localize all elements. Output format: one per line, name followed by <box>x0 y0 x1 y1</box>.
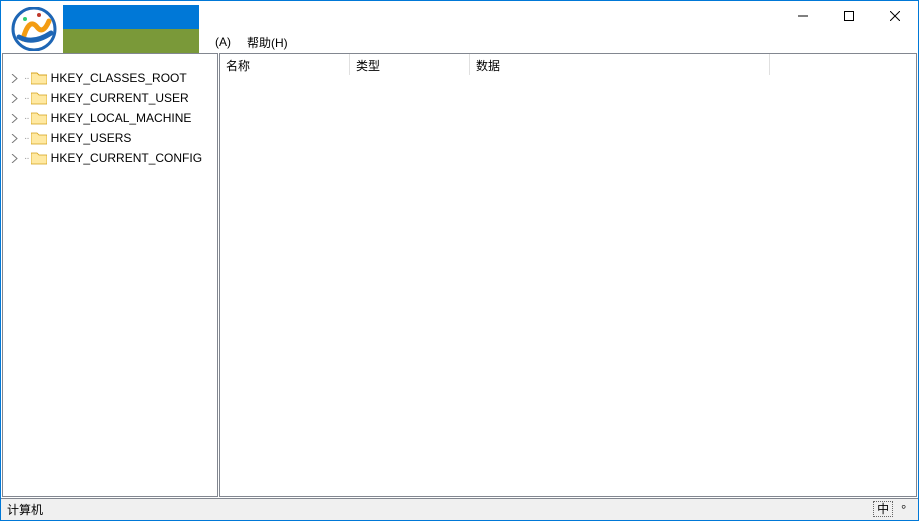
menu-help[interactable]: 帮助(H) <box>239 32 296 53</box>
ime-indicator[interactable]: 中 ° <box>873 501 906 517</box>
tree-item-label: HKEY_CURRENT_CONFIG <box>51 151 202 165</box>
column-data[interactable]: 数据 <box>470 54 770 75</box>
close-button[interactable] <box>872 1 918 31</box>
expand-icon[interactable] <box>9 93 20 104</box>
logo-icon <box>5 5 63 53</box>
column-type[interactable]: 类型 <box>350 54 470 75</box>
tree-connector-icon: ·· <box>24 133 29 144</box>
logo-overlay <box>5 5 199 53</box>
status-path: 计算机 <box>1 499 49 520</box>
client-area: ·· HKEY_CLASSES_ROOT ·· HKEY_CURRENT_USE… <box>1 53 918 498</box>
tree-pane[interactable]: ·· HKEY_CLASSES_ROOT ·· HKEY_CURRENT_USE… <box>2 53 218 497</box>
tree-connector-icon: ·· <box>24 153 29 164</box>
list-header: 名称 类型 数据 <box>220 54 916 76</box>
tree-item-label: HKEY_CLASSES_ROOT <box>51 71 187 85</box>
menu-favorites-suffix[interactable]: (A) <box>207 33 239 51</box>
registry-editor-window: (A) 帮助(H) ·· HKEY_CLASSES_ROOT <box>0 0 919 521</box>
folder-icon <box>31 111 47 125</box>
folder-icon <box>31 91 47 105</box>
folder-icon <box>31 151 47 165</box>
maximize-button[interactable] <box>826 1 872 31</box>
statusbar: 计算机 中 ° <box>1 498 918 520</box>
expand-icon[interactable] <box>9 133 20 144</box>
tree-item-label: HKEY_LOCAL_MACHINE <box>51 111 192 125</box>
tree-item-hkcu[interactable]: ·· HKEY_CURRENT_USER <box>3 88 217 108</box>
tree-connector-icon: ·· <box>24 73 29 84</box>
tree-item-hkcr[interactable]: ·· HKEY_CLASSES_ROOT <box>3 68 217 88</box>
tree-item-hklm[interactable]: ·· HKEY_LOCAL_MACHINE <box>3 108 217 128</box>
expand-icon[interactable] <box>9 153 20 164</box>
tree-connector-icon: ·· <box>24 93 29 104</box>
list-body[interactable] <box>220 76 916 496</box>
tree-item-hku[interactable]: ·· HKEY_USERS <box>3 128 217 148</box>
expand-icon[interactable] <box>9 113 20 124</box>
tree-item-label: HKEY_USERS <box>51 131 132 145</box>
expand-icon[interactable] <box>9 73 20 84</box>
tree-item-label: HKEY_CURRENT_USER <box>51 91 189 105</box>
tree-connector-icon: ·· <box>24 113 29 124</box>
folder-icon <box>31 71 47 85</box>
tree-item-hkcc[interactable]: ·· HKEY_CURRENT_CONFIG <box>3 148 217 168</box>
ime-mode[interactable]: 中 <box>873 501 893 517</box>
logo-redaction-bars <box>63 5 199 53</box>
ime-punct[interactable]: ° <box>901 502 906 517</box>
column-name[interactable]: 名称 <box>220 54 350 75</box>
minimize-button[interactable] <box>780 1 826 31</box>
folder-icon <box>31 131 47 145</box>
list-pane[interactable]: 名称 类型 数据 <box>219 53 917 497</box>
